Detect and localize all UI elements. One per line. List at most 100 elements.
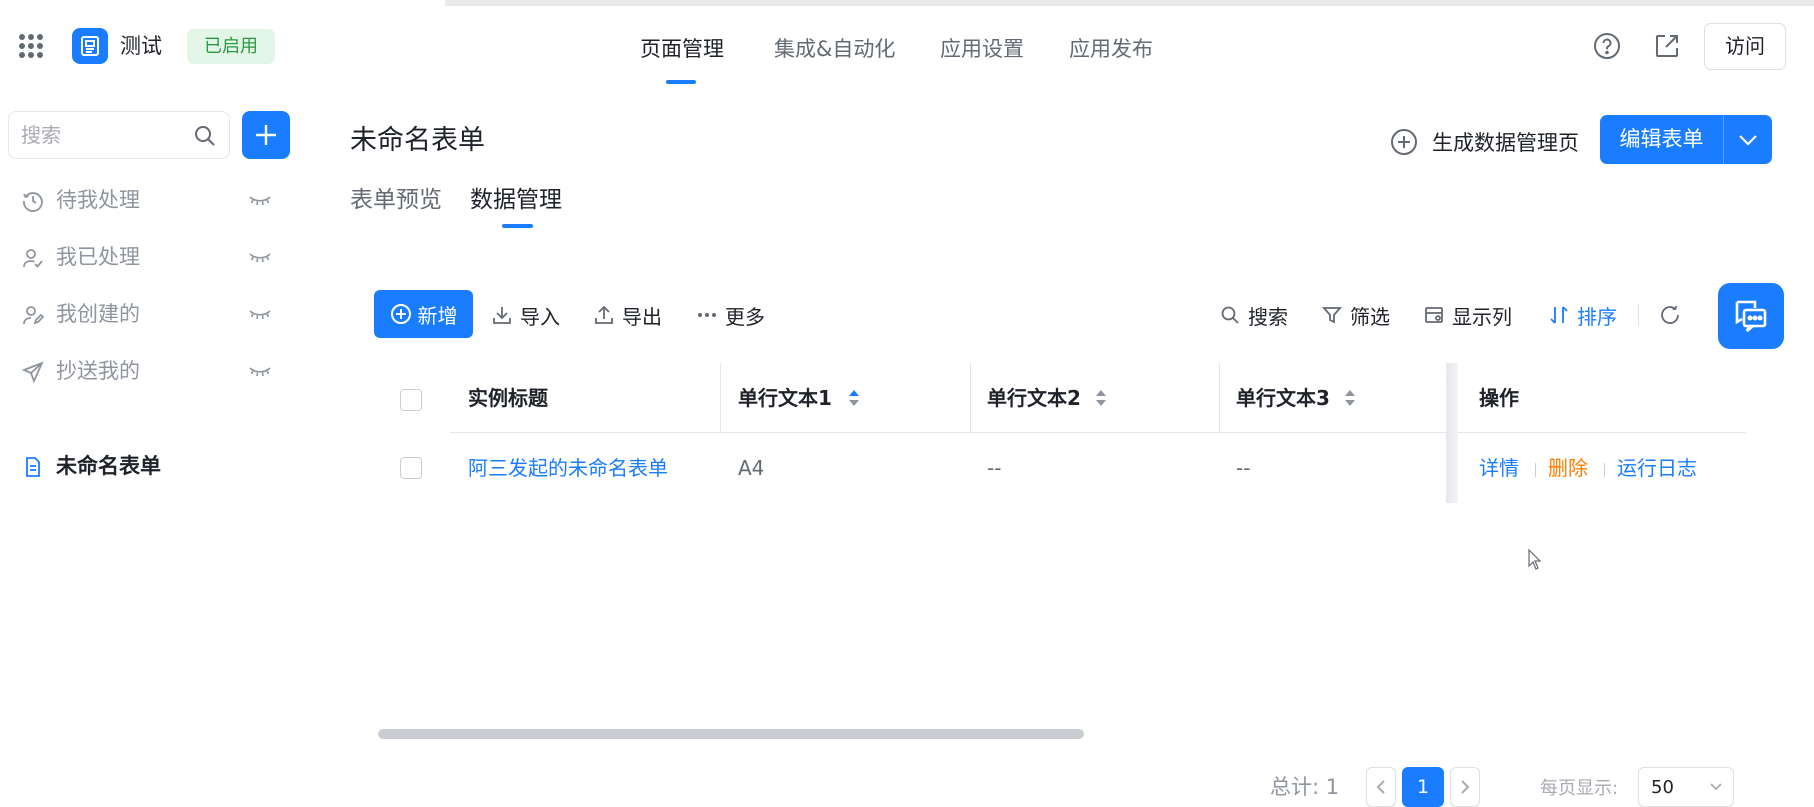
loading-bar <box>445 0 1814 6</box>
column-header-title: 实例标题 <box>468 386 548 410</box>
nav-page-management[interactable]: 页面管理 <box>640 36 724 62</box>
table-search-button[interactable]: 搜索 <box>1220 302 1288 329</box>
app-name: 测试 <box>120 34 162 58</box>
row-title-link[interactable]: 阿三发起的未命名表单 <box>468 455 668 481</box>
refresh-icon <box>1661 305 1679 324</box>
import-button[interactable]: 导入 <box>492 302 560 329</box>
more-dots-icon <box>698 313 716 317</box>
row-text1: A4 <box>738 456 765 480</box>
page-title: 未命名表单 <box>350 125 485 156</box>
app-logo-icon <box>72 28 108 64</box>
visit-button[interactable]: 访问 <box>1704 23 1786 70</box>
new-record-button[interactable]: 新增 <box>374 290 473 338</box>
show-columns-button[interactable]: 显示列 <box>1424 302 1512 329</box>
export-label: 导出 <box>622 304 662 329</box>
column-header-text2[interactable]: 单行文本2 <box>987 363 1081 433</box>
upload-icon <box>595 305 613 324</box>
row-detail-link[interactable]: 详情 <box>1479 455 1519 481</box>
sidebar-item-processed[interactable]: 我已处理 <box>0 235 300 279</box>
eye-closed-icon[interactable] <box>248 192 272 208</box>
tab-form-preview[interactable]: 表单预览 <box>350 186 442 214</box>
sidebar-item-pending[interactable]: 待我处理 <box>0 178 300 222</box>
sidebar-item-label: 我已处理 <box>56 245 140 269</box>
sidebar-item-created[interactable]: 我创建的 <box>0 292 300 336</box>
column-header-text3[interactable]: 单行文本3 <box>1236 363 1330 433</box>
sidebar-search[interactable] <box>8 111 230 159</box>
per-page-label: 每页显示: <box>1540 778 1619 799</box>
mouse-cursor-icon <box>1528 549 1542 571</box>
add-circle-icon <box>1391 129 1417 155</box>
columns-icon <box>1425 307 1443 323</box>
table-search-label: 搜索 <box>1248 304 1288 329</box>
floating-chat-button[interactable] <box>1718 283 1784 349</box>
nav-app-settings[interactable]: 应用设置 <box>940 36 1024 62</box>
show-columns-label: 显示列 <box>1452 304 1512 329</box>
add-page-button[interactable] <box>242 111 290 159</box>
refresh-button[interactable] <box>1659 302 1689 328</box>
nav-app-publish[interactable]: 应用发布 <box>1069 36 1153 62</box>
column-header-actions: 操作 <box>1479 386 1519 410</box>
tab-data-management[interactable]: 数据管理 <box>470 186 562 214</box>
edit-form-button[interactable]: 编辑表单 <box>1600 115 1772 164</box>
horizontal-scrollbar[interactable] <box>378 729 1084 739</box>
sort-caret-icon[interactable] <box>1344 388 1356 408</box>
action-divider <box>1604 463 1605 477</box>
sidebar-search-input[interactable] <box>21 122 181 148</box>
export-button[interactable]: 导出 <box>594 302 662 329</box>
generate-data-page-button[interactable]: 生成数据管理页 <box>1390 126 1579 158</box>
sort-icon <box>1550 306 1568 324</box>
sort-caret-icon[interactable] <box>848 388 860 408</box>
pagination-total: 总计: 1 <box>1270 775 1340 799</box>
new-record-label: 新增 <box>417 303 458 328</box>
eye-closed-icon[interactable] <box>248 249 272 265</box>
row-delete-link[interactable]: 删除 <box>1548 455 1588 481</box>
table-header: 实例标题 单行文本1 单行文本2 单行文本3 操作 <box>450 363 1746 433</box>
nav-integration-automation[interactable]: 集成&自动化 <box>774 36 895 62</box>
eye-closed-icon[interactable] <box>248 306 272 322</box>
filter-icon <box>1322 307 1342 324</box>
filter-label: 筛选 <box>1350 304 1390 329</box>
search-icon[interactable] <box>193 124 217 148</box>
eye-closed-icon[interactable] <box>248 363 272 379</box>
plus-icon <box>256 125 276 145</box>
page-number-current[interactable]: 1 <box>1402 767 1444 807</box>
row-text3: -- <box>1236 456 1251 480</box>
help-icon[interactable] <box>1593 32 1621 60</box>
generate-data-page-label: 生成数据管理页 <box>1432 131 1579 155</box>
app-grid-icon[interactable] <box>18 33 44 59</box>
more-button[interactable]: 更多 <box>697 302 765 329</box>
chevron-down-icon[interactable] <box>1724 115 1772 164</box>
per-page-value: 50 <box>1651 777 1674 798</box>
row-log-link[interactable]: 运行日志 <box>1617 455 1697 481</box>
status-badge: 已启用 <box>187 29 275 64</box>
sort-button[interactable]: 排序 <box>1549 302 1617 329</box>
chevron-left-icon <box>1376 780 1385 794</box>
sidebar-item-cc[interactable]: 抄送我的 <box>0 349 300 393</box>
tab-active-indicator <box>502 224 533 228</box>
action-divider <box>1535 463 1536 477</box>
prev-page-button[interactable] <box>1366 767 1396 807</box>
nav-active-indicator <box>666 80 696 84</box>
external-link-icon[interactable] <box>1653 32 1681 60</box>
next-page-button[interactable] <box>1450 767 1480 807</box>
search-icon <box>1221 306 1239 324</box>
user-edit-icon <box>22 304 44 326</box>
column-header-text1[interactable]: 单行文本1 <box>738 363 832 433</box>
sort-caret-icon[interactable] <box>1095 388 1107 408</box>
more-label: 更多 <box>725 304 765 329</box>
column-divider <box>1219 363 1220 433</box>
send-icon <box>22 361 44 383</box>
clock-icon <box>22 190 44 212</box>
download-icon <box>493 307 511 324</box>
filter-button[interactable]: 筛选 <box>1322 302 1390 329</box>
column-divider <box>720 363 721 433</box>
sidebar-item-label: 待我处理 <box>56 188 140 212</box>
sidebar-item-label: 我创建的 <box>56 302 140 326</box>
chevron-right-icon <box>1461 780 1470 794</box>
user-check-icon <box>22 247 44 269</box>
per-page-select[interactable]: 50 <box>1638 767 1734 807</box>
edit-form-label[interactable]: 编辑表单 <box>1600 115 1723 164</box>
table-row: 阿三发起的未命名表单 A4 -- -- <box>0 433 1460 503</box>
column-divider <box>970 363 971 433</box>
sort-label: 排序 <box>1577 304 1617 329</box>
